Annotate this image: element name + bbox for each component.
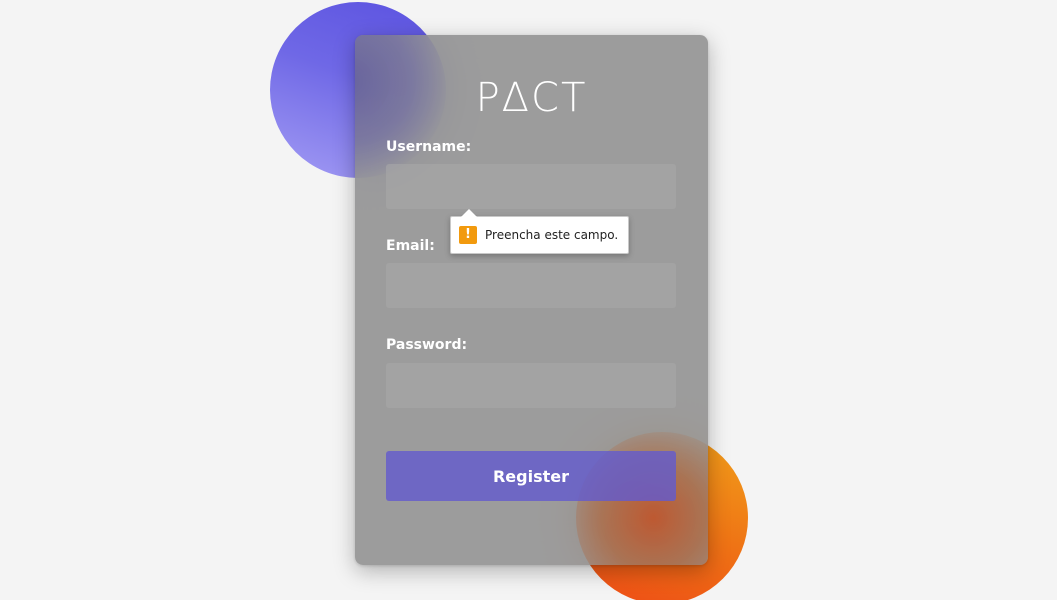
username-label: Username: [386,139,472,155]
password-input[interactable] [386,363,676,408]
tooltip-message: Preencha este campo. [485,228,619,242]
password-label: Password: [386,337,468,353]
page-background: PΔCT Username: Email: Password: Register… [0,0,1057,600]
validation-tooltip: ! Preencha este campo. [450,209,630,254]
warning-icon: ! [459,226,477,244]
register-card: PΔCT Username: Email: Password: Register [355,35,708,565]
username-input[interactable] [386,164,676,209]
pact-logo: PΔCT [475,75,588,121]
email-input[interactable] [386,263,676,308]
tooltip-arrow [461,209,477,217]
register-button[interactable]: Register [386,451,676,501]
email-label: Email: [386,238,435,254]
